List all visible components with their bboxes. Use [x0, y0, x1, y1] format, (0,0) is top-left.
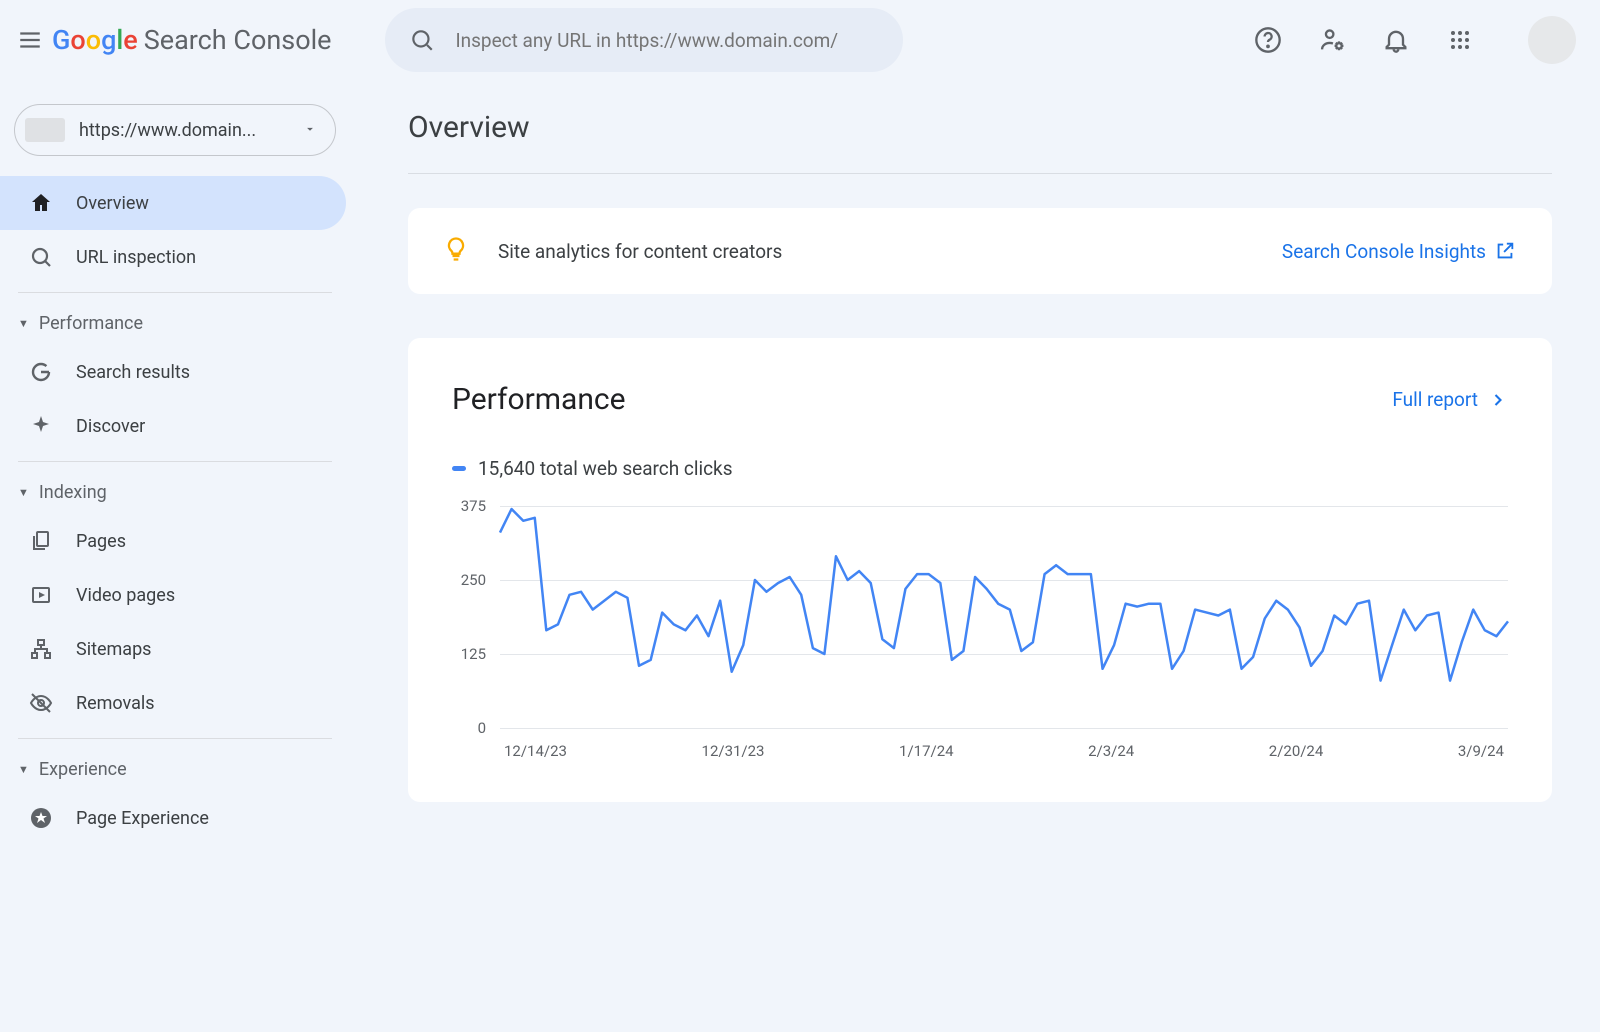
- sidebar-item-label: Page Experience: [76, 808, 209, 829]
- search-input[interactable]: [455, 29, 879, 52]
- help-button[interactable]: [1254, 26, 1282, 54]
- users-button[interactable]: [1318, 26, 1346, 54]
- x-tick-label: 3/9/24: [1458, 742, 1504, 760]
- pages-icon: [28, 528, 54, 554]
- search-icon: [409, 27, 435, 53]
- sidebar-item-url-inspection[interactable]: URL inspection: [0, 230, 346, 284]
- sidebar-group-experience[interactable]: ▼ Experience: [0, 747, 350, 791]
- sidebar-group-label: Indexing: [39, 482, 107, 503]
- property-selector[interactable]: https://www.domain...: [14, 104, 336, 156]
- gridline: [500, 728, 1508, 729]
- full-report-link[interactable]: Full report: [1392, 388, 1508, 411]
- chevron-down-icon: [303, 121, 317, 140]
- google-g-icon: [28, 359, 54, 385]
- legend-label: 15,640 total web search clicks: [478, 457, 733, 480]
- home-icon: [28, 190, 54, 216]
- property-favicon: [25, 118, 65, 142]
- sidebar-item-label: Discover: [76, 416, 145, 437]
- menu-button[interactable]: [16, 26, 44, 54]
- sidebar-item-search-results[interactable]: Search results: [0, 345, 346, 399]
- y-tick-label: 375: [461, 497, 486, 515]
- sidebar-item-label: Overview: [76, 193, 149, 214]
- y-tick-label: 125: [461, 645, 486, 663]
- chart-x-axis: 12/14/23 12/31/23 1/17/24 2/3/24 2/20/24 3/9/…: [500, 742, 1508, 760]
- chart-line: [500, 509, 1508, 681]
- search-container: [385, 8, 903, 72]
- sidebar-group-label: Experience: [39, 759, 127, 780]
- page-title: Overview: [408, 110, 1552, 145]
- full-report-label: Full report: [1392, 388, 1478, 411]
- sidebar-item-label: Sitemaps: [76, 639, 151, 660]
- sidebar-group-indexing[interactable]: ▼ Indexing: [0, 470, 350, 514]
- sidebar-item-label: URL inspection: [76, 247, 196, 268]
- sidebar: https://www.domain... Overview URL inspe…: [0, 80, 350, 1032]
- y-tick-label: 250: [461, 571, 486, 589]
- property-label: https://www.domain...: [79, 120, 289, 141]
- video-pages-icon: [28, 582, 54, 608]
- sidebar-item-label: Pages: [76, 531, 126, 552]
- sitemap-icon: [28, 636, 54, 662]
- discover-icon: [28, 413, 54, 439]
- apps-button[interactable]: [1446, 26, 1474, 54]
- sidebar-item-label: Search results: [76, 362, 190, 383]
- chart-y-axis: 3752501250: [452, 506, 492, 728]
- user-settings-icon: [1318, 26, 1346, 54]
- chevron-right-icon: [1488, 390, 1508, 410]
- sidebar-group-performance[interactable]: ▼ Performance: [0, 301, 350, 345]
- y-tick-label: 0: [478, 719, 486, 737]
- lightbulb-icon: [442, 235, 470, 267]
- notifications-button[interactable]: [1382, 26, 1410, 54]
- x-tick-label: 2/3/24: [1088, 742, 1134, 760]
- insights-link-label: Search Console Insights: [1282, 240, 1486, 263]
- performance-card: Performance Full report 15,640 total web…: [408, 338, 1552, 802]
- performance-title: Performance: [452, 382, 626, 417]
- sidebar-divider: [18, 738, 332, 739]
- chevron-down-icon: ▼: [18, 763, 29, 776]
- app-header: Google Search Console: [0, 0, 1600, 80]
- insights-link[interactable]: Search Console Insights: [1282, 240, 1516, 263]
- x-tick-label: 12/31/23: [702, 742, 765, 760]
- sidebar-item-page-experience[interactable]: Page Experience: [0, 791, 346, 845]
- sidebar-item-label: Removals: [76, 693, 155, 714]
- removals-icon: [28, 690, 54, 716]
- sidebar-item-pages[interactable]: Pages: [0, 514, 346, 568]
- url-inspect-search[interactable]: [385, 8, 903, 72]
- search-icon: [28, 244, 54, 270]
- header-actions: [1254, 16, 1576, 64]
- sidebar-divider: [18, 292, 332, 293]
- sidebar-item-removals[interactable]: Removals: [0, 676, 346, 730]
- hamburger-icon: [17, 27, 43, 53]
- sidebar-group-label: Performance: [39, 313, 143, 334]
- brand-suffix: Search Console: [144, 24, 332, 56]
- brand-logo: Google Search Console: [52, 24, 331, 56]
- chart-plot: [500, 506, 1508, 728]
- chart-legend: 15,640 total web search clicks: [452, 457, 1508, 480]
- x-tick-label: 12/14/23: [504, 742, 567, 760]
- sidebar-item-label: Video pages: [76, 585, 175, 606]
- bell-icon: [1382, 26, 1410, 54]
- account-avatar[interactable]: [1528, 16, 1576, 64]
- x-tick-label: 1/17/24: [899, 742, 954, 760]
- sidebar-item-video-pages[interactable]: Video pages: [0, 568, 346, 622]
- sidebar-item-discover[interactable]: Discover: [0, 399, 346, 453]
- page-experience-icon: [28, 805, 54, 831]
- performance-chart: 3752501250 12/14/2312/31/231/17/242/3/24…: [452, 506, 1508, 766]
- sidebar-item-overview[interactable]: Overview: [0, 176, 346, 230]
- title-divider: [408, 173, 1552, 174]
- chevron-down-icon: ▼: [18, 486, 29, 499]
- help-icon: [1254, 26, 1282, 54]
- x-tick-label: 2/20/24: [1269, 742, 1324, 760]
- sidebar-divider: [18, 461, 332, 462]
- chevron-down-icon: ▼: [18, 317, 29, 330]
- apps-grid-icon: [1448, 28, 1472, 52]
- legend-swatch: [452, 466, 466, 471]
- insights-text: Site analytics for content creators: [498, 240, 782, 263]
- insights-card: Site analytics for content creators Sear…: [408, 208, 1552, 294]
- open-external-icon: [1494, 240, 1516, 262]
- main-content: Overview Site analytics for content crea…: [350, 80, 1600, 1032]
- sidebar-item-sitemaps[interactable]: Sitemaps: [0, 622, 346, 676]
